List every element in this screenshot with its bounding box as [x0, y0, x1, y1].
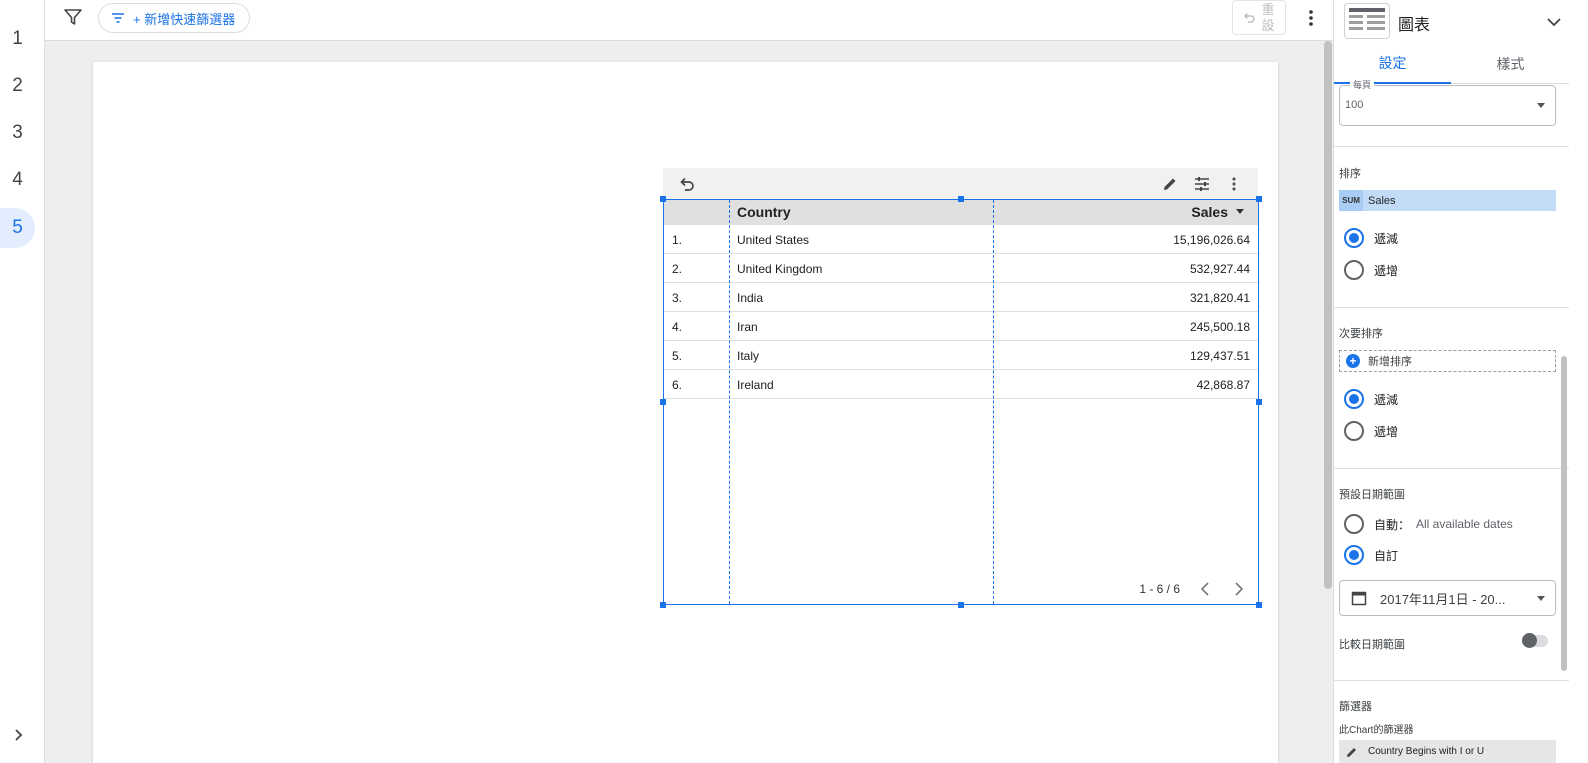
filters-title: 篩選器 [1339, 701, 1372, 713]
date-range-title: 預設日期範圍 [1339, 489, 1405, 501]
filter-chip[interactable]: Country Begins with I or U [1339, 740, 1556, 763]
edit-icon[interactable] [1160, 174, 1180, 194]
chevron-down-icon[interactable] [1544, 12, 1564, 32]
undo-icon[interactable] [677, 174, 697, 194]
chart-toolbar [663, 168, 1258, 199]
more-vert-icon[interactable] [1301, 8, 1321, 28]
dropdown-arrow-icon [1537, 103, 1545, 108]
tab-style[interactable]: 樣式 [1452, 44, 1569, 84]
secondary-sort-asc-radio[interactable]: 遞增 [1344, 421, 1398, 441]
chevron-right-icon[interactable] [1230, 580, 1248, 598]
resize-handle[interactable] [660, 399, 666, 405]
tune-icon[interactable] [1192, 174, 1212, 194]
resize-handle[interactable] [1256, 602, 1262, 608]
panel-title: 圖表 [1398, 17, 1431, 34]
divider [1334, 468, 1569, 469]
resize-handle[interactable] [958, 196, 964, 202]
chevron-right-icon[interactable] [8, 725, 28, 745]
top-toolbar: + 新增快速篩選器 重設 [45, 0, 1333, 41]
page-item-3[interactable]: 3 [0, 113, 35, 153]
sort-asc-radio[interactable]: 遞增 [1344, 260, 1398, 280]
resize-handle[interactable] [1256, 399, 1262, 405]
rows-per-page-select[interactable]: 每頁 100 [1339, 78, 1556, 126]
page-item-1[interactable]: 1 [0, 19, 35, 59]
page-item-5[interactable]: 5 [0, 208, 35, 248]
table-row: 5. Italy 129,437.51 [664, 341, 1258, 370]
panel-header: 圖表 [1334, 0, 1588, 44]
resize-handle[interactable] [958, 602, 964, 608]
table-row: 4. Iran 245,500.18 [664, 312, 1258, 341]
sort-desc-icon [1236, 209, 1244, 214]
divider [1334, 680, 1569, 681]
page-item-2[interactable]: 2 [0, 66, 35, 106]
edit-icon [1347, 747, 1356, 757]
pagination: 1 - 6 / 6 [1139, 580, 1248, 598]
sort-desc-radio[interactable]: 遞減 [1344, 228, 1398, 248]
reset-button[interactable]: 重設 [1232, 0, 1286, 35]
column-guide [993, 200, 994, 604]
radio-unchecked-icon [1344, 421, 1364, 441]
compare-date-toggle[interactable] [1522, 633, 1548, 648]
resize-handle[interactable] [660, 602, 666, 608]
properties-panel: 圖表 設定 樣式 每頁 100 排序 SUM Sales 遞減 遞增 次要排序 … [1333, 0, 1588, 763]
column-guide [729, 200, 730, 604]
table-row: 6. Ireland 42,868.87 [664, 370, 1258, 399]
divider [1334, 146, 1569, 147]
table-header: Country Sales [664, 200, 1258, 225]
compare-date-label: 比較日期範圍 [1339, 639, 1405, 651]
more-vert-icon[interactable] [1224, 174, 1244, 194]
radio-checked-icon [1344, 389, 1364, 409]
table-chart-icon[interactable] [1344, 3, 1390, 39]
add-quick-filter-button[interactable]: + 新增快速篩選器 [98, 3, 251, 33]
filter-icon[interactable] [63, 7, 83, 27]
resize-handle[interactable] [1256, 196, 1262, 202]
data-table[interactable]: Country Sales 1. United States 15,196,026.… [663, 199, 1259, 605]
filter-list-icon [112, 13, 124, 23]
chart-filters-subtitle: 此Chart的篩選器 [1339, 725, 1414, 736]
column-header-sales[interactable]: Sales [1191, 204, 1244, 220]
divider [1334, 307, 1569, 308]
resize-handle[interactable] [660, 196, 666, 202]
add-sort-button[interactable]: + 新增排序 [1339, 350, 1556, 372]
table-row: 1. United States 15,196,026.64 [664, 225, 1258, 254]
date-custom-radio[interactable]: 自訂 [1344, 545, 1398, 565]
radio-unchecked-icon [1344, 260, 1364, 280]
dropdown-arrow-icon [1537, 596, 1545, 601]
radio-checked-icon [1344, 228, 1364, 248]
table-row: 3. India 321,820.41 [664, 283, 1258, 312]
secondary-sort-desc-radio[interactable]: 遞減 [1344, 389, 1398, 409]
radio-checked-icon [1344, 545, 1364, 565]
sort-title: 排序 [1339, 168, 1361, 180]
canvas-scrollbar[interactable] [1324, 41, 1332, 589]
secondary-sort-title: 次要排序 [1339, 328, 1383, 340]
page-rail: 1 2 3 4 5 [0, 0, 45, 763]
undo-icon [1244, 12, 1255, 23]
chevron-left-icon[interactable] [1196, 580, 1214, 598]
page-item-4[interactable]: 4 [0, 160, 35, 200]
add-icon: + [1346, 354, 1360, 368]
panel-scrollbar[interactable] [1561, 356, 1567, 671]
date-auto-radio[interactable]: 自動： All available dates [1344, 514, 1513, 534]
radio-unchecked-icon [1344, 514, 1364, 534]
table-row: 2. United Kingdom 532,927.44 [664, 254, 1258, 283]
column-header-country[interactable]: Country [737, 204, 791, 220]
date-range-picker[interactable]: 2017年11月1日 - 20... [1339, 580, 1556, 616]
calendar-icon [1351, 591, 1367, 606]
sort-field-chip[interactable]: SUM Sales [1339, 190, 1556, 211]
